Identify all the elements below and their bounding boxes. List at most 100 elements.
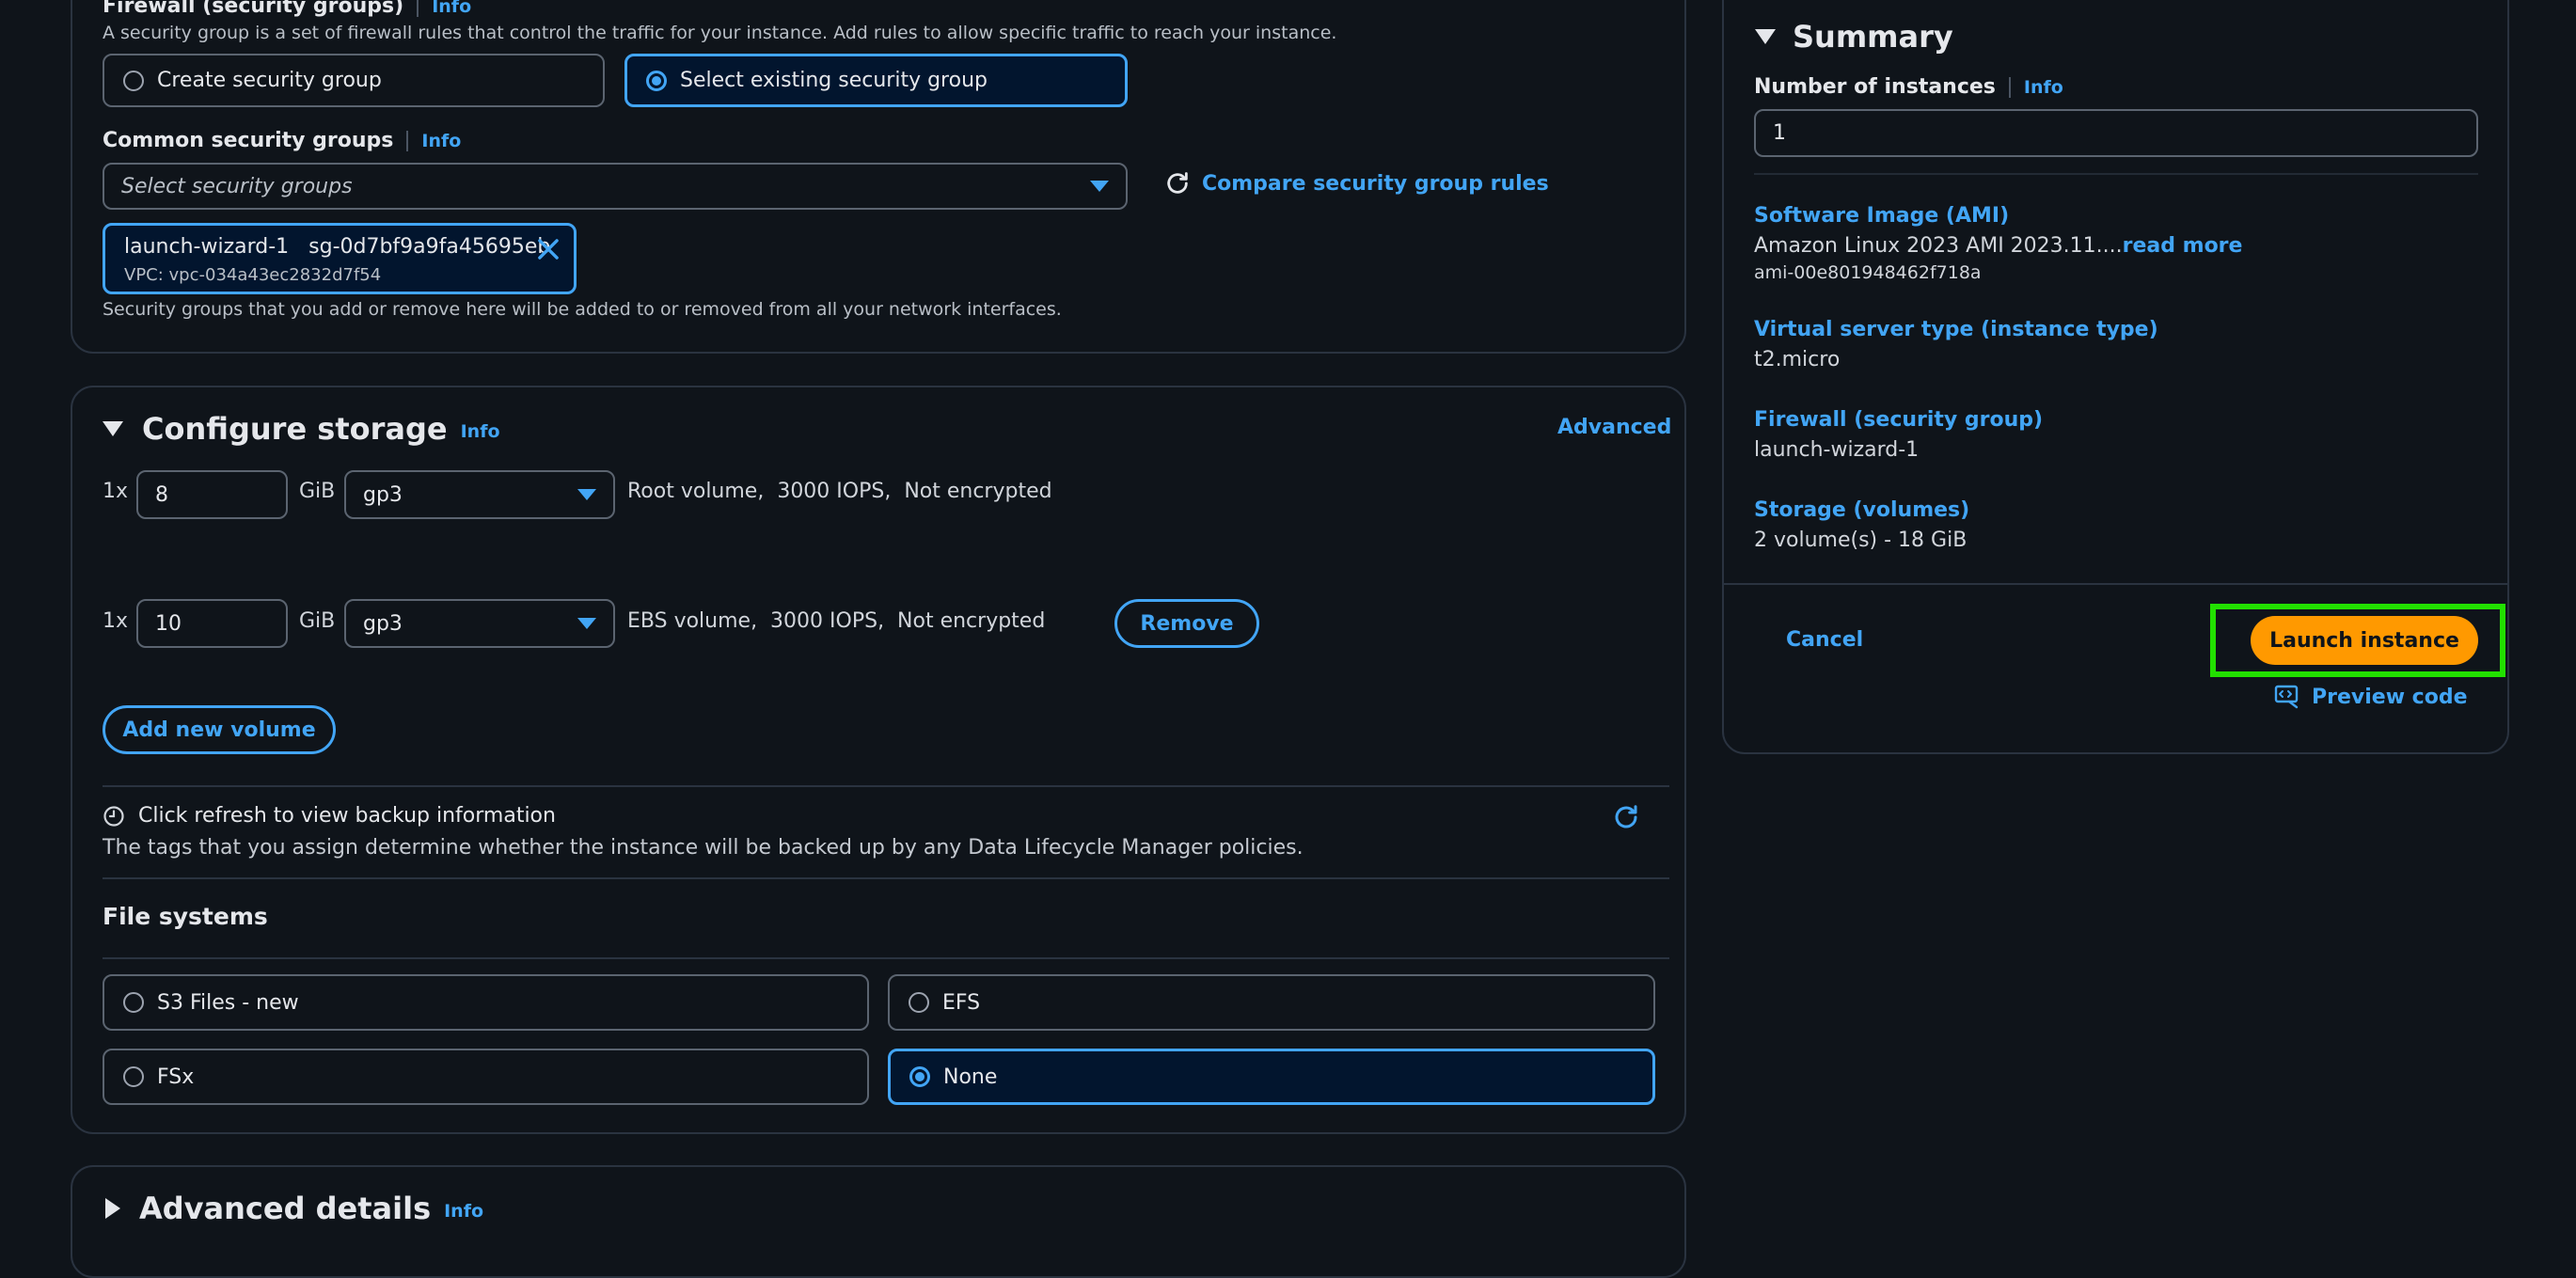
advanced-details-header[interactable]: Advanced details Info xyxy=(105,1191,483,1226)
summary-ami-id: ami-00e801948462f718a xyxy=(1754,262,1982,283)
preview-code-label: Preview code xyxy=(2312,685,2468,709)
clock-icon xyxy=(103,805,124,827)
caret-down-icon xyxy=(577,489,596,500)
volume-1-description: Root volume, 3000 IOPS, Not encrypted xyxy=(627,480,1052,503)
volume-1-size-value: 8 xyxy=(155,482,168,507)
divider xyxy=(103,877,1669,879)
separator xyxy=(417,0,419,17)
compare-security-group-rules-label: Compare security group rules xyxy=(1202,171,1549,196)
preview-code-icon xyxy=(2274,685,2299,709)
backup-info-title: Click refresh to view backup information xyxy=(138,804,556,828)
remove-volume-button[interactable]: Remove xyxy=(1114,599,1259,648)
radio-selected-icon[interactable] xyxy=(909,1066,930,1087)
create-security-group-label: Create security group xyxy=(157,69,382,92)
fs-option-none-label: None xyxy=(943,1065,998,1089)
radio-icon[interactable] xyxy=(123,992,144,1013)
radio-icon[interactable] xyxy=(123,1066,144,1087)
security-group-token: launch-wizard-1 sg-0d7bf9a9fa45695eb VPC… xyxy=(103,223,577,294)
summary-header[interactable]: Summary xyxy=(1755,19,1953,55)
summary-firewall-value: launch-wizard-1 xyxy=(1754,438,1920,462)
firewall-description: A security group is a set of firewall ru… xyxy=(103,23,1337,43)
volume-1-type-value: gp3 xyxy=(363,482,403,507)
common-security-groups-title: Common security groups xyxy=(103,129,394,152)
volume-2-unit: GiB xyxy=(299,609,336,633)
security-groups-select[interactable]: Select security groups xyxy=(103,163,1128,210)
configure-storage-header[interactable]: Configure storage Info xyxy=(103,411,500,447)
launch-instance-button[interactable]: Launch instance xyxy=(2251,616,2478,665)
volume-1-type-select[interactable]: gp3 xyxy=(344,470,615,519)
summary-ami-row: Amazon Linux 2023 AMI 2023.11....read mo… xyxy=(1754,234,2242,258)
security-groups-note: Security groups that you add or remove h… xyxy=(103,299,1062,320)
summary-ami-value: Amazon Linux 2023 AMI 2023.11.... xyxy=(1754,234,2123,258)
common-security-groups-row: Common security groups Info xyxy=(103,129,461,152)
create-security-group-option[interactable]: Create security group xyxy=(103,54,605,107)
radio-icon[interactable] xyxy=(123,70,144,91)
collapse-triangle-icon[interactable] xyxy=(1755,29,1776,44)
caret-down-icon xyxy=(577,618,596,629)
volume-2-description: EBS volume, 3000 IOPS, Not encrypted xyxy=(627,609,1046,633)
fs-option-fsx-label: FSx xyxy=(157,1065,195,1089)
separator xyxy=(2008,77,2011,98)
caret-down-icon xyxy=(1090,181,1109,192)
token-main-text: launch-wizard-1 sg-0d7bf9a9fa45695eb xyxy=(124,235,550,259)
divider xyxy=(1754,173,2478,175)
fs-option-s3-files[interactable]: S3 Files - new xyxy=(103,974,869,1031)
advanced-details-info-link[interactable]: Info xyxy=(444,1201,483,1222)
volume-2-type-value: gp3 xyxy=(363,611,403,636)
common-security-groups-info-link[interactable]: Info xyxy=(421,131,461,151)
divider xyxy=(103,957,1669,959)
radio-icon[interactable] xyxy=(909,992,929,1013)
backup-info-description: The tags that you assign determine wheth… xyxy=(103,836,1304,860)
configure-storage-info-link[interactable]: Info xyxy=(461,421,500,442)
add-new-volume-button[interactable]: Add new volume xyxy=(103,705,336,754)
expand-triangle-icon[interactable] xyxy=(105,1198,120,1219)
select-existing-security-group-option[interactable]: Select existing security group xyxy=(624,54,1128,107)
volume-2-type-select[interactable]: gp3 xyxy=(344,599,615,648)
compare-security-group-rules-link[interactable]: Compare security group rules xyxy=(1164,170,1549,197)
summary-storage-label[interactable]: Storage (volumes) xyxy=(1754,498,1969,522)
volume-1-multiplier: 1x xyxy=(103,480,129,503)
summary-firewall-label[interactable]: Firewall (security group) xyxy=(1754,408,2043,432)
radio-selected-icon[interactable] xyxy=(646,70,667,91)
ami-read-more-link[interactable]: read more xyxy=(2123,234,2243,258)
summary-ami-label[interactable]: Software Image (AMI) xyxy=(1754,204,2009,228)
summary-storage-value: 2 volume(s) - 18 GiB xyxy=(1754,529,1968,552)
number-of-instances-label: Number of instances xyxy=(1754,75,1996,99)
firewall-info-link[interactable]: Info xyxy=(432,0,471,17)
volume-2-multiplier: 1x xyxy=(103,609,129,633)
firewall-title: Firewall (security groups) xyxy=(103,0,404,18)
volume-2-size-input[interactable]: 10 xyxy=(136,599,288,648)
preview-code-link[interactable]: Preview code xyxy=(2274,685,2468,709)
storage-advanced-link[interactable]: Advanced xyxy=(1557,416,1671,439)
divider xyxy=(103,785,1669,787)
volume-1-size-input[interactable]: 8 xyxy=(136,470,288,519)
token-vpc: VPC: vpc-034a43ec2832d7f54 xyxy=(124,265,382,285)
summary-title: Summary xyxy=(1793,19,1953,55)
number-of-instances-input[interactable]: 1 xyxy=(1754,109,2478,157)
number-of-instances-row: Number of instances Info xyxy=(1754,75,2063,99)
fs-option-none[interactable]: None xyxy=(888,1049,1655,1105)
separator xyxy=(406,131,409,151)
summary-instance-type-label[interactable]: Virtual server type (instance type) xyxy=(1754,318,2158,341)
number-of-instances-info-link[interactable]: Info xyxy=(2024,77,2063,98)
number-of-instances-value: 1 xyxy=(1773,121,1786,145)
select-existing-security-group-label: Select existing security group xyxy=(680,69,988,92)
fs-option-fsx[interactable]: FSx xyxy=(103,1049,869,1105)
refresh-icon[interactable] xyxy=(1612,803,1640,831)
cancel-button[interactable]: Cancel xyxy=(1786,628,1863,652)
file-systems-title: File systems xyxy=(103,903,268,930)
refresh-icon xyxy=(1167,172,1188,194)
token-name: launch-wizard-1 xyxy=(124,235,290,259)
token-id: sg-0d7bf9a9fa45695eb xyxy=(308,235,551,259)
advanced-details-title: Advanced details xyxy=(139,1191,432,1226)
summary-instance-type-value: t2.micro xyxy=(1754,348,1841,371)
volume-1-unit: GiB xyxy=(299,480,336,503)
volume-2-size-value: 10 xyxy=(155,611,182,636)
configure-storage-title: Configure storage xyxy=(142,411,448,447)
security-groups-select-placeholder: Select security groups xyxy=(121,174,353,198)
collapse-triangle-icon[interactable] xyxy=(103,421,123,436)
close-icon[interactable] xyxy=(536,237,561,261)
divider xyxy=(1724,583,2507,585)
fs-option-s3-files-label: S3 Files - new xyxy=(157,990,299,1015)
fs-option-efs[interactable]: EFS xyxy=(888,974,1655,1031)
